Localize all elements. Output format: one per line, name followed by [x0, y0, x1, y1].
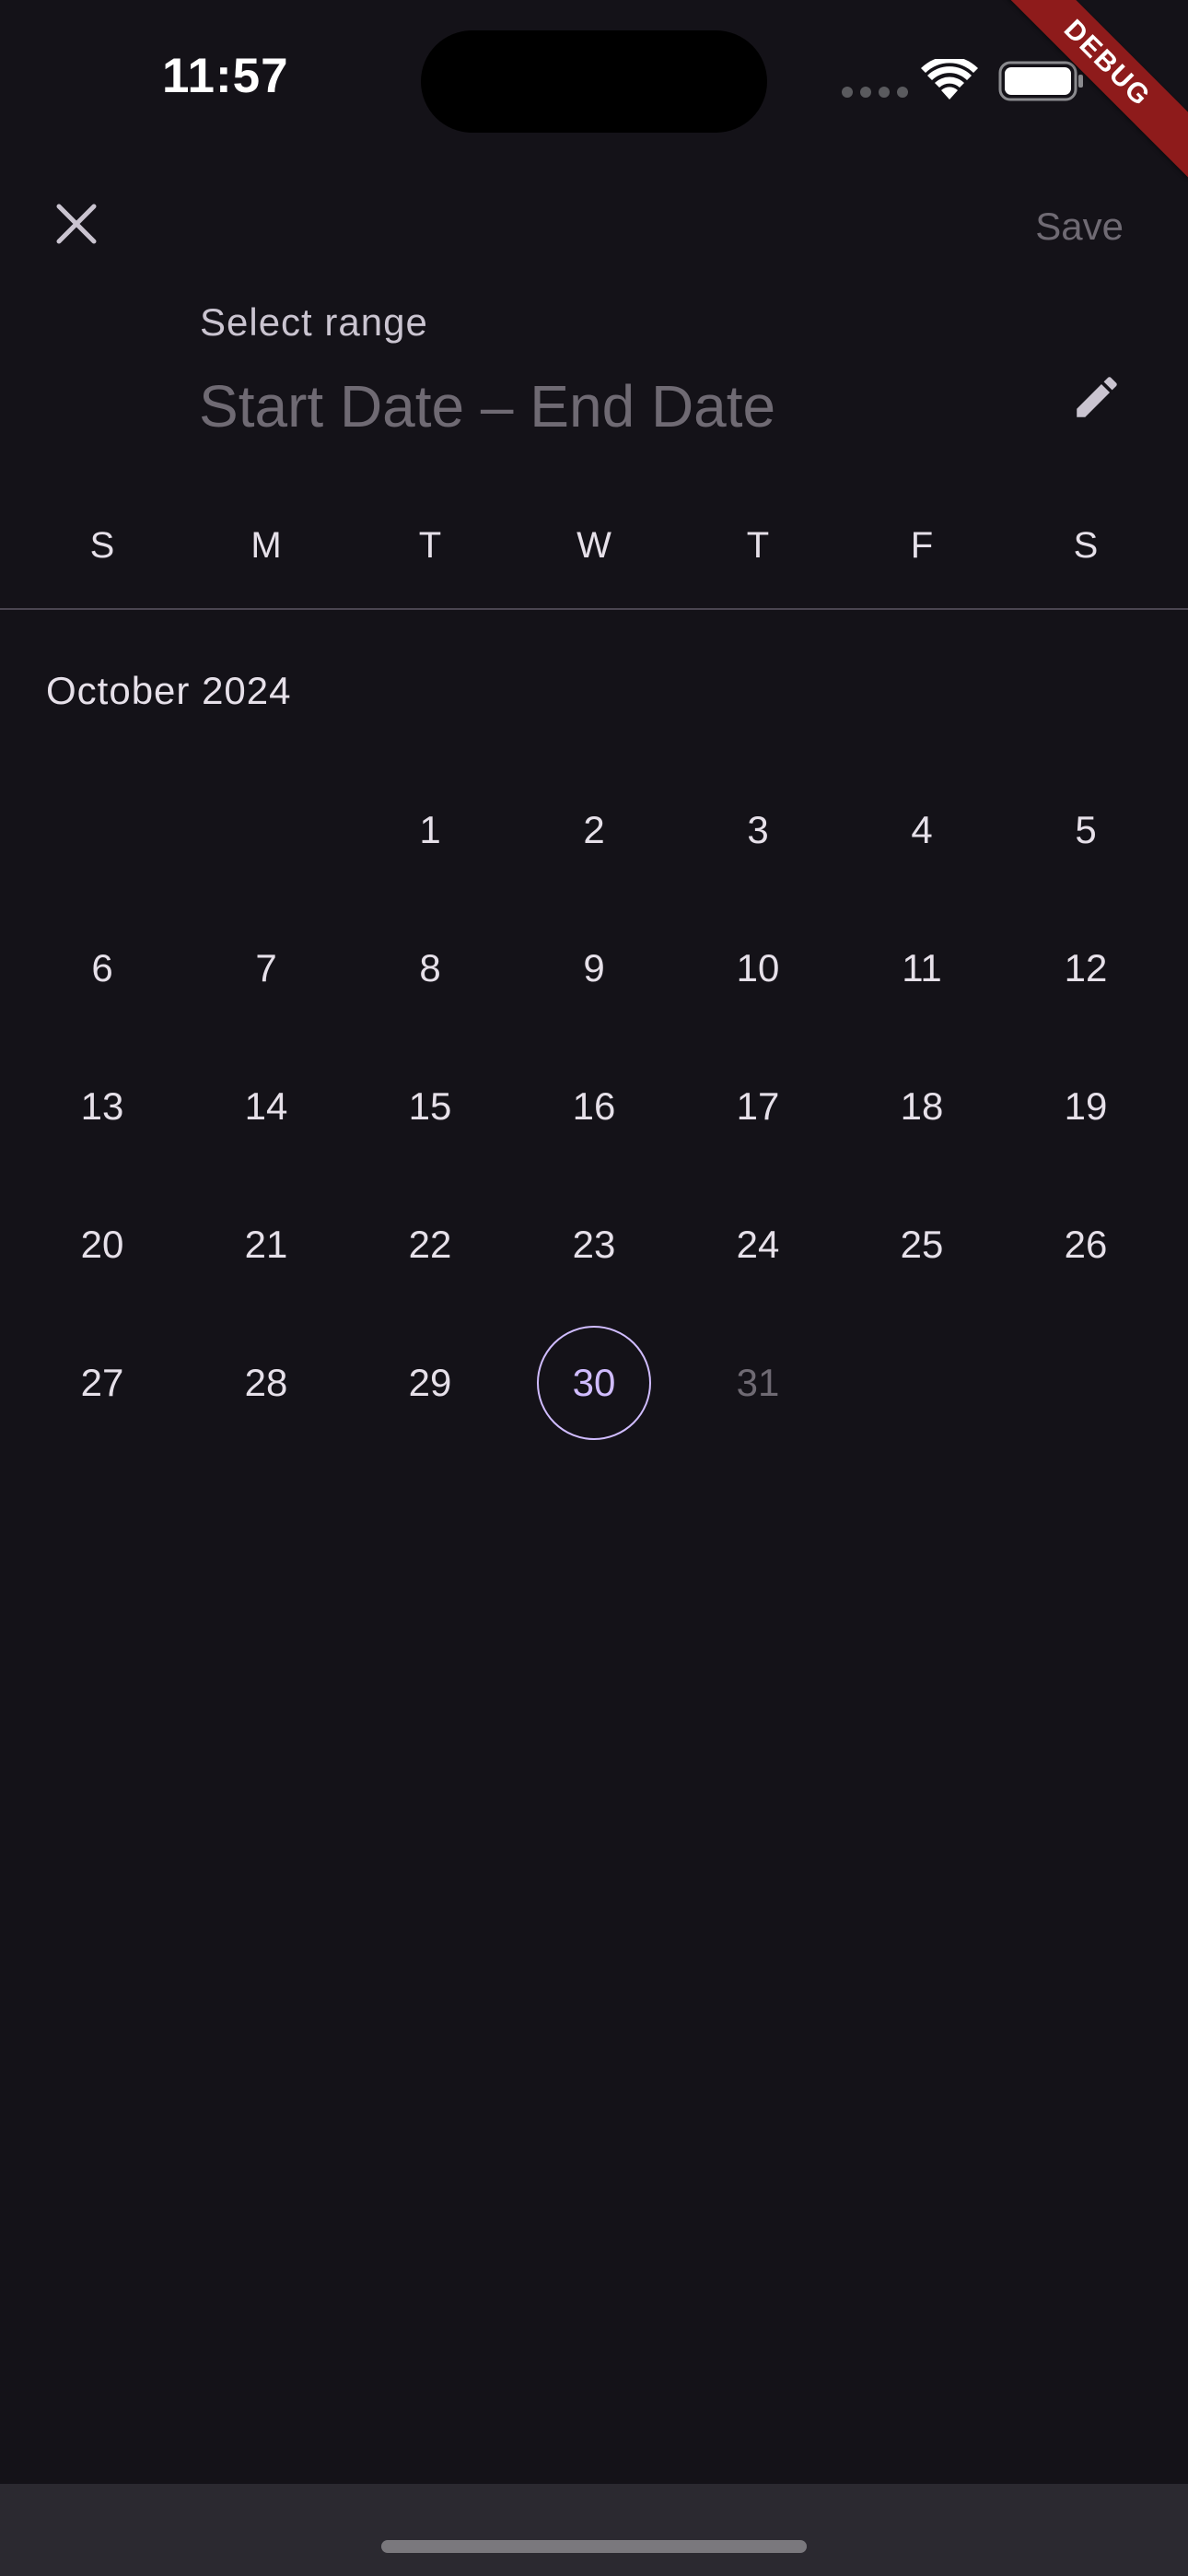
calendar-day-number: 16: [572, 1084, 616, 1128]
calendar-day[interactable]: 2: [512, 761, 676, 899]
calendar-day[interactable]: 4: [840, 761, 1004, 899]
cellular-signal-icon: [842, 87, 908, 98]
calendar-day-today[interactable]: 30: [512, 1314, 676, 1452]
battery-icon: [998, 61, 1083, 101]
calendar-day[interactable]: 9: [512, 899, 676, 1037]
calendar-day-number: 11: [902, 946, 942, 989]
calendar-day-number: 14: [244, 1084, 288, 1128]
calendar-day-number: 7: [255, 946, 277, 989]
edit-input-mode-button[interactable]: [1065, 365, 1129, 429]
calendar-day[interactable]: 24: [676, 1176, 840, 1314]
calendar-day-number: 26: [1064, 1223, 1108, 1266]
calendar-day[interactable]: 28: [184, 1314, 348, 1452]
calendar-day-number: 19: [1064, 1084, 1108, 1128]
calendar-day[interactable]: 7: [184, 899, 348, 1037]
calendar-day[interactable]: 6: [20, 899, 184, 1037]
calendar-day[interactable]: 27: [20, 1314, 184, 1452]
bottom-bar: [0, 2484, 1188, 2576]
calendar-day-number: 22: [408, 1223, 452, 1266]
calendar-day-number: 24: [736, 1223, 780, 1266]
weekday-label: W: [577, 525, 611, 566]
calendar-day-number: 8: [419, 946, 441, 989]
calendar-day-number: 4: [911, 808, 933, 851]
weekday-label: F: [910, 525, 934, 566]
calendar-day: 31: [676, 1314, 840, 1452]
calendar-day-number: 9: [583, 946, 605, 989]
wifi-icon: [921, 59, 978, 100]
header-label: Select range: [200, 300, 428, 344]
calendar-day-number: 30: [572, 1361, 616, 1404]
save-button[interactable]: Save: [1035, 205, 1124, 249]
status-bar: 11:57: [0, 0, 1188, 147]
calendar-day[interactable]: 26: [1004, 1176, 1168, 1314]
weekday-label: S: [89, 525, 115, 566]
calendar-day-number: 15: [408, 1084, 452, 1128]
calendar-blank-cell: [184, 761, 348, 899]
close-icon: [56, 204, 97, 244]
calendar-blank-cell: [20, 761, 184, 899]
calendar-day-number: 25: [900, 1223, 944, 1266]
month-title: October 2024: [46, 669, 292, 712]
weekday-label: T: [418, 525, 442, 566]
calendar-day[interactable]: 15: [348, 1037, 512, 1176]
calendar-day[interactable]: 18: [840, 1037, 1004, 1176]
weekday-label: S: [1073, 525, 1099, 566]
calendar-day[interactable]: 20: [20, 1176, 184, 1314]
weekday-header: S M T W T F S: [20, 525, 1168, 580]
calendar-day-number: 29: [408, 1361, 452, 1404]
calendar-day[interactable]: 13: [20, 1037, 184, 1176]
calendar-day-number: 20: [80, 1223, 124, 1266]
pencil-icon: [1077, 377, 1117, 417]
dynamic-island: [421, 30, 767, 133]
calendar-day-number: 5: [1075, 808, 1097, 851]
calendar-day-number: 12: [1064, 946, 1108, 989]
calendar-day-number: 6: [91, 946, 113, 989]
calendar-day-number: 10: [736, 946, 780, 989]
calendar-day-number: 21: [244, 1223, 288, 1266]
calendar-day[interactable]: 29: [348, 1314, 512, 1452]
calendar-day[interactable]: 11: [840, 899, 1004, 1037]
calendar-day[interactable]: 22: [348, 1176, 512, 1314]
calendar-day[interactable]: 14: [184, 1037, 348, 1176]
calendar-day[interactable]: 25: [840, 1176, 1004, 1314]
home-indicator[interactable]: [381, 2540, 807, 2553]
calendar-day[interactable]: 23: [512, 1176, 676, 1314]
divider: [0, 608, 1188, 610]
calendar-day[interactable]: 16: [512, 1037, 676, 1176]
calendar-day-number: 27: [80, 1361, 124, 1404]
close-button[interactable]: [46, 193, 107, 254]
calendar-day[interactable]: 1: [348, 761, 512, 899]
calendar-day-number: 1: [419, 808, 441, 851]
calendar-day[interactable]: 17: [676, 1037, 840, 1176]
weekday-label: M: [250, 525, 282, 566]
calendar-grid: 1 2 3 4 5 6 7 8 9 10 11 12 13 14 15 16 17 18 19 20 21 22 23 24 2…: [20, 761, 1168, 1452]
calendar-day-number: 18: [900, 1084, 944, 1128]
calendar-day-number: 17: [736, 1084, 780, 1128]
date-range-text: Start Date – End Date: [199, 373, 776, 439]
calendar-day[interactable]: 21: [184, 1176, 348, 1314]
calendar-day[interactable]: 3: [676, 761, 840, 899]
calendar-day-number: 2: [583, 808, 605, 851]
calendar-day-number: 31: [736, 1361, 780, 1404]
calendar-day-number: 23: [572, 1223, 616, 1266]
calendar-day[interactable]: 5: [1004, 761, 1168, 899]
status-time: 11:57: [162, 49, 289, 103]
calendar-day[interactable]: 8: [348, 899, 512, 1037]
calendar-day[interactable]: 10: [676, 899, 840, 1037]
weekday-label: T: [746, 525, 770, 566]
calendar-day[interactable]: 12: [1004, 899, 1168, 1037]
calendar-day[interactable]: 19: [1004, 1037, 1168, 1176]
calendar-day-number: 3: [747, 808, 769, 851]
calendar-day-number: 13: [80, 1084, 124, 1128]
calendar-day-number: 28: [244, 1361, 288, 1404]
